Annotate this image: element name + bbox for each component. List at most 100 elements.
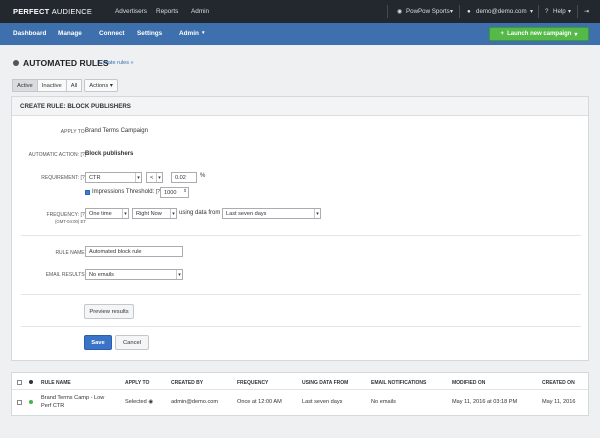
cancel-button[interactable]: Cancel [115,335,149,350]
col-created-on[interactable]: CREATED ON [542,380,575,386]
operator-select[interactable]: < ▾ [146,172,163,183]
create-rules-link[interactable]: Create rules » [99,60,134,66]
rule-name-label: RULE NAME: [55,250,86,256]
email-results-label: EMAIL RESULTS: [45,272,86,278]
logo[interactable]: PERFECT AUDIENCE [13,7,92,16]
logo-bold: PERFECT [13,7,50,16]
automatic-action-label: AUTOMATIC ACTION: [?] [29,152,86,158]
divider [21,235,581,236]
actions-label: Actions [89,82,109,89]
chevron-down-icon: ▾ [530,8,534,15]
divider [538,5,539,18]
automatic-action-text: AUTOMATIC ACTION: [28,152,80,158]
active-status-icon [29,400,33,404]
nav-connect[interactable]: Connect [99,30,125,37]
eye-icon[interactable]: ◉ [148,399,153,405]
filter-all[interactable]: All [65,79,83,92]
apply-to-value: Brand Terms Campaign [85,128,148,134]
help-icon: ? [545,8,549,15]
divider [459,5,460,18]
divider [21,294,581,295]
logo-light: AUDIENCE [51,7,93,16]
data-range-select[interactable]: Last seven days ▾ [222,208,321,219]
chevron-down-icon: ▾ [314,209,320,218]
top-nav-admin[interactable]: Admin [191,8,209,15]
chevron-down-icon: ▾ [202,30,205,36]
modified-on-cell: May 11, 2016 at 03:18 PM [452,399,518,405]
frequency-text: FREQUENCY: [46,212,80,218]
chevron-down-icon: ▾ [135,173,141,182]
user-icon: ● [467,8,471,15]
rules-table: RULE NAME APPLY TO CREATED BY FREQUENCY … [11,372,589,416]
data-from-cell: Last seven days [302,399,343,405]
nav-admin[interactable]: Admin [179,30,199,37]
save-button[interactable]: Save [84,335,112,350]
stepper-icon[interactable]: ⇕ [183,188,187,194]
col-using-data-from[interactable]: USING DATA FROM [302,380,348,386]
filter-group: Active Inactive All Actions ▾ [12,79,118,92]
create-rule-panel: CREATE RULE: BLOCK PUBLISHERS APPLY TO: … [11,96,589,361]
operator-value: < [150,174,154,181]
rule-name-input[interactable]: Automated block rule [85,246,183,257]
email-cell: No emails [371,399,396,405]
user-menu[interactable]: demo@demo.com [476,8,527,15]
created-on-cell: May 11, 2016 [542,399,576,405]
apply-to-label: APPLY TO: [60,129,86,135]
launch-campaign-label: Launch new campaign [507,31,572,37]
impressions-label: Impressions Threshold: [?] [92,189,161,195]
col-frequency[interactable]: FREQUENCY [237,380,268,386]
help-menu[interactable]: Help [553,8,566,15]
requirement-label: REQUIREMENT: [?] [41,175,86,181]
nav-settings[interactable]: Settings [137,30,162,37]
timing-value: Right Now [136,210,162,217]
rule-name-cell[interactable]: Brand Terms Camp - Low [41,395,104,401]
status-column-icon [29,380,33,384]
nav-dashboard[interactable]: Dashboard [13,30,46,37]
chevron-down-icon: ▾ [574,31,578,38]
impressions-text: Impressions Threshold: [92,189,155,195]
frequency-select[interactable]: One time ▾ [85,208,129,219]
preview-results-button[interactable]: Preview results [84,304,134,319]
account-switcher[interactable]: PowPow Sports [406,8,450,15]
timing-select[interactable]: Right Now ▾ [132,208,177,219]
frequency-value: One time [89,210,112,217]
metric-value: CTR [89,174,101,181]
automatic-action-value: Block publishers [85,151,134,157]
divider [577,5,578,18]
page-title: AUTOMATED RULES [13,58,109,68]
percent-symbol: % [200,173,206,179]
threshold-input[interactable]: 0.02 [171,172,197,183]
col-apply-to[interactable]: APPLY TO [125,380,149,386]
nav-manage[interactable]: Manage [58,30,82,37]
rule-name-cell-line2[interactable]: Perf CTR [41,403,64,409]
filter-active[interactable]: Active [12,79,38,92]
filter-inactive[interactable]: Inactive [36,79,67,92]
impressions-checkbox[interactable] [85,190,90,195]
top-nav-advertisers[interactable]: Advertisers [115,8,147,15]
row-checkbox[interactable] [17,400,22,405]
top-nav-reports[interactable]: Reports [156,8,178,15]
divider [21,326,581,327]
panel-header: CREATE RULE: BLOCK PUBLISHERS [12,97,588,116]
logout-icon[interactable]: ⇥ [584,8,589,15]
chevron-down-icon: ▾ [568,8,572,15]
col-created-by[interactable]: CREATED BY [171,380,203,386]
data-range-value: Last seven days [226,210,267,217]
col-modified-on[interactable]: MODIFIED ON [452,380,485,386]
col-rule-name[interactable]: RULE NAME [41,380,71,386]
apply-to-text: Selected [125,399,147,405]
page-title-text: AUTOMATED RULES [23,58,109,68]
launch-campaign-button[interactable]: + Launch new campaign ▾ [489,27,589,41]
col-email-notifications[interactable]: EMAIL NOTIFICATIONS [371,380,426,386]
top-bar: PERFECT AUDIENCE Advertisers Reports Adm… [0,0,600,23]
created-by-cell: admin@demo.com [171,399,219,405]
frequency-label: FREQUENCY: [?] [47,212,86,218]
select-all-checkbox[interactable] [17,380,22,385]
actions-dropdown[interactable]: Actions ▾ [84,79,118,92]
impressions-input[interactable]: 1000 ⇕ [160,187,189,198]
requirement-text: REQUIREMENT: [41,175,80,181]
table-header-row [12,373,588,390]
metric-select[interactable]: CTR ▾ [85,172,142,183]
email-results-select[interactable]: No emails ▾ [85,269,183,280]
plus-icon: + [500,31,505,37]
